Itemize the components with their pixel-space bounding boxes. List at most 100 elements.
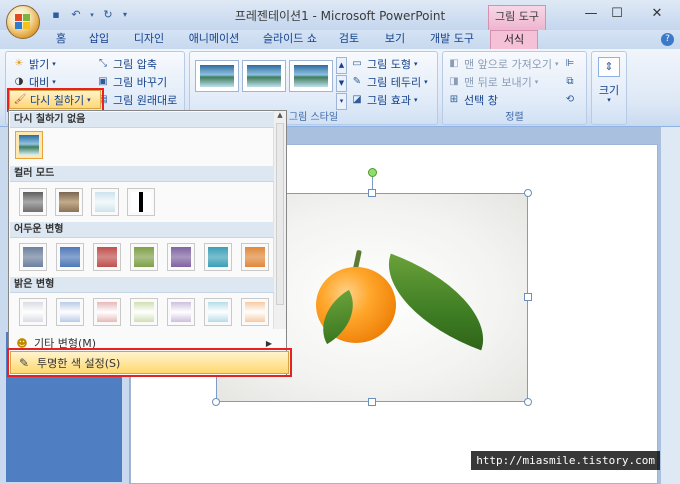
chevron-right-icon: ▶ (265, 338, 272, 348)
reset-picture-label: 그림 원래대로 (113, 94, 178, 107)
size-group: ⇕ 크기 ▾ (591, 51, 627, 125)
close-button[interactable]: ✕ (640, 4, 674, 24)
gallery-scroll[interactable]: ▲ ▼ ▾ (336, 57, 347, 111)
style-thumb[interactable] (242, 60, 286, 92)
tab-developer[interactable]: 개발 도구 (424, 30, 480, 49)
light-variation-swatch[interactable] (241, 298, 269, 326)
rotate-button[interactable]: ⟲ (563, 91, 577, 109)
recolor-menu: ▲ 다시 칠하기 없음 컬러 모드 어두운 변형 밝은 변형 ☻ 기타 변형(M… (8, 110, 287, 377)
menu-scrollbar[interactable]: ▲ (273, 111, 286, 329)
resize-handle[interactable] (212, 398, 220, 406)
gallery-down-icon[interactable]: ▼ (336, 75, 347, 92)
recolor-button[interactable]: 🖌 다시 칠하기 ▾ (9, 90, 101, 109)
rotation-handle[interactable] (368, 168, 377, 177)
dark-variation-swatch[interactable] (19, 243, 47, 271)
set-transparent-highlight (7, 348, 292, 377)
light-variation-swatch[interactable] (56, 298, 84, 326)
ribbon-tabs: 홈 삽입 디자인 애니메이션 슬라이드 쇼 검토 보기 개발 도구 서식 ? (0, 30, 680, 49)
menu-section-color-modes: 컬러 모드 (10, 166, 274, 182)
dark-variation-swatch[interactable] (56, 243, 84, 271)
chevron-down-icon: ▾ (554, 60, 559, 68)
swatch-no-recolor[interactable] (15, 131, 43, 159)
dark-variation-swatch[interactable] (130, 243, 158, 271)
swatch-sepia[interactable] (55, 188, 83, 216)
resize-handle[interactable] (524, 293, 532, 301)
maximize-button[interactable]: ☐ (600, 4, 634, 24)
tab-view[interactable]: 보기 (380, 30, 410, 49)
effects-icon: ◪ (352, 94, 362, 105)
reset-picture-button[interactable]: ▤ 그림 원래대로 (96, 91, 177, 109)
recolor-label: 다시 칠하기 (30, 93, 85, 107)
brightness-icon: ☀ (14, 58, 24, 69)
resize-handle[interactable] (368, 398, 376, 406)
compress-label: 그림 압축 (113, 58, 157, 71)
dark-variation-swatch[interactable] (204, 243, 232, 271)
resize-handle[interactable] (368, 189, 376, 197)
light-variation-swatch[interactable] (93, 298, 121, 326)
swatch-black-white[interactable] (127, 188, 155, 216)
menu-section-light-variations: 밝은 변형 (10, 277, 274, 293)
style-thumb[interactable] (289, 60, 333, 92)
dark-variation-swatch[interactable] (167, 243, 195, 271)
change-picture-icon: ▣ (98, 76, 108, 87)
compress-icon: ⤡ (99, 58, 107, 69)
light-variation-swatch[interactable] (167, 298, 195, 326)
watermark: http://miasmile.tistory.com (471, 451, 660, 470)
resize-handle[interactable] (524, 398, 532, 406)
picture-effects-button[interactable]: ◪ 그림 효과 ▾ (350, 91, 417, 109)
chevron-down-icon: ▾ (87, 95, 91, 104)
bring-to-front-button[interactable]: ◧ 맨 앞으로 가져오기 ▾ (447, 55, 558, 73)
office-logo-icon (15, 14, 31, 30)
size-icon[interactable]: ⇕ (598, 57, 620, 77)
tab-review[interactable]: 검토 (334, 30, 364, 49)
send-to-back-label: 맨 뒤로 보내기 (464, 76, 532, 89)
tab-design[interactable]: 디자인 (128, 30, 170, 49)
light-variation-swatch[interactable] (130, 298, 158, 326)
tab-animations[interactable]: 애니메이션 (184, 30, 244, 49)
swatch-grayscale[interactable] (19, 188, 47, 216)
compress-pictures-button[interactable]: ⤡ 그림 압축 (96, 55, 157, 73)
picture-tools-context: 그림 도구 (488, 5, 546, 30)
selection-pane-button[interactable]: ⊞ 선택 창 (447, 91, 498, 109)
light-variation-swatch[interactable] (19, 298, 47, 326)
vertical-scrollbar[interactable] (660, 127, 680, 484)
dark-variation-swatch[interactable] (241, 243, 269, 271)
scroll-thumb[interactable] (276, 123, 284, 305)
brightness-button[interactable]: ☀ 밝기 ▾ (12, 55, 56, 73)
menu-section-no-recolor: 다시 칠하기 없음 (10, 112, 274, 128)
picture-effects-label: 그림 효과 (367, 94, 411, 107)
help-icon[interactable]: ? (661, 33, 674, 46)
arrange-group: ◧ 맨 앞으로 가져오기 ▾ ◨ 맨 뒤로 보내기 ▾ ⊞ 선택 창 ⊫ ⧉ ⟲… (442, 51, 587, 125)
tab-home[interactable]: 홈 (48, 30, 74, 49)
border-pencil-icon: ✎ (352, 76, 362, 87)
title-bar: ▪ ↶ ▾ ↻ ▾ 프레젠테이션1 - Microsoft PowerPoint… (0, 0, 680, 30)
arrange-label: 정렬 (505, 112, 524, 123)
chevron-down-icon: ▾ (52, 60, 56, 68)
selection-pane-label: 선택 창 (464, 94, 498, 107)
change-picture-button[interactable]: ▣ 그림 바꾸기 (96, 73, 167, 91)
light-variation-swatch[interactable] (204, 298, 232, 326)
rotate-icon: ⟲ (565, 94, 575, 105)
tab-insert[interactable]: 삽입 (84, 30, 114, 49)
send-to-back-button[interactable]: ◨ 맨 뒤로 보내기 ▾ (447, 73, 538, 91)
resize-handle[interactable] (524, 189, 532, 197)
change-picture-label: 그림 바꾸기 (113, 76, 168, 89)
office-button[interactable] (6, 5, 40, 39)
tab-format[interactable]: 서식 (490, 30, 538, 49)
menu-section-dark-variations: 어두운 변형 (10, 222, 274, 238)
send-back-icon: ◨ (449, 76, 459, 87)
picture-shape-button[interactable]: ▭ 그림 도형 ▾ (350, 55, 417, 73)
scroll-up-icon[interactable]: ▲ (274, 111, 286, 119)
picture-shape-label: 그림 도형 (367, 58, 411, 71)
brightness-label: 밝기 (29, 58, 50, 71)
align-button[interactable]: ⊫ (563, 55, 577, 73)
dark-variation-swatch[interactable] (93, 243, 121, 271)
gallery-up-icon[interactable]: ▲ (336, 57, 347, 74)
picture-border-button[interactable]: ✎ 그림 테두리 ▾ (350, 73, 428, 91)
style-thumb[interactable] (195, 60, 239, 92)
tab-slide-show[interactable]: 슬라이드 쇼 (258, 30, 322, 49)
shape-icon: ▭ (352, 58, 362, 69)
group-button[interactable]: ⧉ (563, 73, 577, 91)
align-icon: ⊫ (565, 58, 575, 69)
swatch-washout[interactable] (91, 188, 119, 216)
